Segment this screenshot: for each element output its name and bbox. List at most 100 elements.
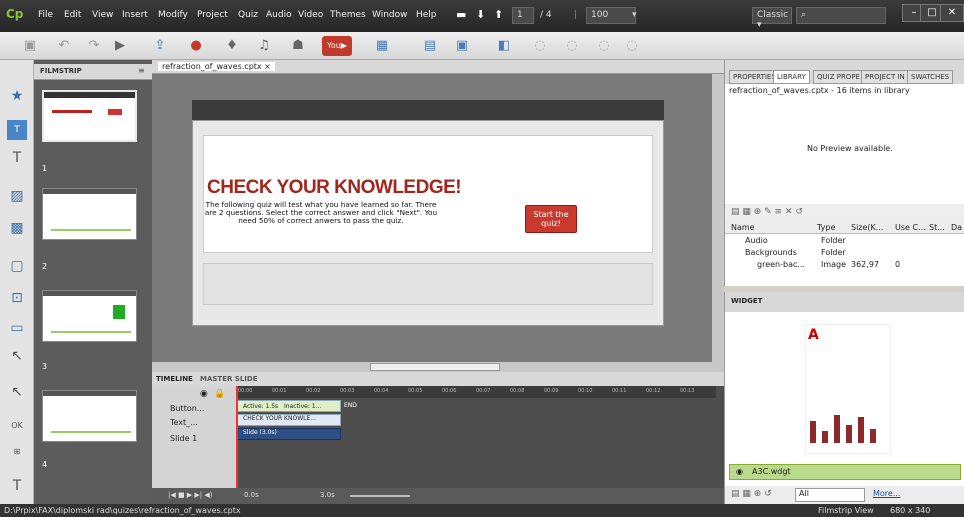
more-link[interactable]: More... bbox=[873, 489, 900, 498]
slide-thumbnail-4[interactable] bbox=[42, 390, 137, 442]
menu-help[interactable]: Help bbox=[416, 10, 437, 20]
item-size: 362,97 bbox=[851, 260, 879, 269]
timeline-row-label[interactable]: Text_... bbox=[170, 418, 198, 427]
tab-library[interactable]: LIBRARY bbox=[773, 70, 810, 84]
library-row[interactable]: Audio Folder bbox=[725, 236, 964, 248]
widget-tools-icon[interactable]: ▤ ▦ ⊕ ↺ bbox=[731, 489, 772, 499]
character-icon[interactable]: ☗ bbox=[288, 36, 308, 56]
menu-audio[interactable]: Audio bbox=[266, 10, 292, 20]
preview-icon[interactable]: ▶ bbox=[110, 36, 130, 56]
highlight-box-icon[interactable]: ▢ bbox=[7, 256, 27, 276]
library-row[interactable]: Backgrounds Folder bbox=[725, 248, 964, 260]
library-row[interactable]: green-bac... Image 362,97 0 bbox=[725, 260, 964, 272]
chevron-down-icon[interactable]: ▾ bbox=[632, 10, 637, 20]
scroll-thumb[interactable] bbox=[370, 363, 500, 371]
publish-icon[interactable]: ⇪ bbox=[150, 36, 170, 56]
menu-video[interactable]: Video bbox=[298, 10, 323, 20]
quiz-icon[interactable]: ♦ bbox=[222, 36, 242, 56]
save-icon[interactable]: ▣ bbox=[20, 36, 40, 56]
menu-insert[interactable]: Insert bbox=[122, 10, 148, 20]
zoom-dropdown[interactable]: 100 bbox=[586, 7, 636, 24]
widget-filter-dropdown[interactable]: All bbox=[795, 488, 865, 502]
tab-project-info[interactable]: PROJECT IN bbox=[861, 70, 909, 84]
slide-thumbnail-2[interactable] bbox=[42, 188, 137, 240]
menu-view[interactable]: View bbox=[92, 10, 113, 20]
widget-tab[interactable]: WIDGET bbox=[731, 297, 762, 305]
col-type[interactable]: Type bbox=[817, 223, 835, 232]
document-tab[interactable]: refraction_of_waves.cptx × bbox=[158, 62, 275, 71]
library-tools-icon[interactable]: ▤ ▦ ⊕ ✎ ≡ ✕ ↺ bbox=[731, 207, 803, 217]
slide-body-text[interactable]: The following quiz will test what you ha… bbox=[203, 201, 439, 225]
effects-icon[interactable]: ◌ bbox=[530, 36, 550, 56]
tab-quiz-properties[interactable]: QUIZ PROPE bbox=[813, 70, 864, 84]
workspace-dropdown[interactable]: Classic ▾ bbox=[752, 7, 792, 30]
text-track-bar[interactable]: CHECK YOUR KNOWLE... bbox=[236, 414, 341, 426]
zoom-slider[interactable] bbox=[350, 495, 410, 497]
undo-icon[interactable]: ↶ bbox=[54, 36, 74, 56]
widget-icon[interactable]: ◌ bbox=[562, 36, 582, 56]
slide-icon[interactable]: ▬ bbox=[456, 8, 466, 21]
slide-thumbnail-1[interactable] bbox=[42, 90, 137, 142]
widget-list-item[interactable]: ◉ A3C.wdgt bbox=[729, 464, 961, 480]
interaction-icon[interactable]: ◌ bbox=[622, 36, 642, 56]
slide-canvas[interactable]: CHECK YOUR KNOWLEDGE! The following quiz… bbox=[192, 120, 664, 326]
menu-quiz[interactable]: Quiz bbox=[238, 10, 258, 20]
menu-window[interactable]: Window bbox=[372, 10, 408, 20]
menu-themes[interactable]: Themes bbox=[330, 10, 366, 20]
timeline-tab[interactable]: TIMELINE bbox=[156, 375, 193, 383]
zoom-icon[interactable]: ⊞ bbox=[7, 442, 27, 462]
table-icon[interactable]: ▤ bbox=[420, 36, 440, 56]
search-input[interactable]: ⌕ bbox=[796, 7, 886, 24]
menu-file[interactable]: File bbox=[38, 10, 53, 20]
star-icon[interactable]: ★ bbox=[7, 86, 27, 106]
zoom-area-icon[interactable]: ▣ bbox=[452, 36, 472, 56]
timeline-row-label[interactable]: Button... bbox=[170, 404, 204, 413]
close-button[interactable]: ✕ bbox=[940, 4, 964, 22]
master-slide-tab[interactable]: MASTER SLIDE bbox=[200, 375, 258, 383]
playback-controls-icon[interactable]: |◀ ■ ▶ ▶| ◀) bbox=[168, 491, 213, 499]
image-icon[interactable]: ▨ bbox=[7, 186, 27, 206]
timeline-ruler[interactable]: 00:00 00:01 00:02 00:03 00:04 00:05 00:06 00:07… bbox=[236, 386, 716, 398]
redo-icon[interactable]: ↷ bbox=[84, 36, 104, 56]
col-use-count[interactable]: Use C... bbox=[895, 223, 926, 232]
animation-icon[interactable]: ◌ bbox=[594, 36, 614, 56]
slide-image-icon[interactable]: ▩ bbox=[7, 218, 27, 238]
panel-menu-icon[interactable]: ≡ bbox=[138, 66, 145, 75]
menu-project[interactable]: Project bbox=[197, 10, 228, 20]
stage-vertical-scrollbar[interactable] bbox=[712, 74, 724, 362]
button-icon[interactable]: OK bbox=[7, 416, 27, 436]
text-caption-icon[interactable]: T bbox=[7, 120, 27, 140]
text-animation-icon[interactable]: T bbox=[7, 148, 27, 168]
filmstrip-tab[interactable]: FILMSTRIP bbox=[40, 67, 82, 75]
col-status[interactable]: St... bbox=[929, 223, 945, 232]
menu-modify[interactable]: Modify bbox=[158, 10, 188, 20]
timeline-row-label[interactable]: Slide 1 bbox=[170, 434, 197, 443]
col-size[interactable]: Size(K... bbox=[851, 223, 883, 232]
start-quiz-button[interactable]: Start the quiz! bbox=[525, 205, 577, 233]
button-track-bar[interactable]: Active: 1.5s Inactive: 1... bbox=[236, 400, 341, 412]
youtube-icon[interactable]: You▶ bbox=[322, 36, 352, 56]
mouse-icon[interactable]: ↖ bbox=[7, 346, 27, 366]
arrow-up-icon[interactable]: ⬆ bbox=[494, 8, 503, 21]
slide-thumbnail-3[interactable] bbox=[42, 290, 137, 342]
pan-icon[interactable]: ◧ bbox=[494, 36, 514, 56]
text-icon[interactable]: T bbox=[7, 476, 27, 496]
click-box-icon[interactable]: ⊡ bbox=[7, 288, 27, 308]
library-icon[interactable]: ▦ bbox=[372, 36, 392, 56]
menu-edit[interactable]: Edit bbox=[64, 10, 81, 20]
tab-swatches[interactable]: SWATCHES bbox=[907, 70, 954, 84]
slide-track-bar[interactable]: Slide (3.0s) bbox=[236, 428, 341, 440]
record-icon[interactable]: ● bbox=[186, 36, 206, 56]
slide-title[interactable]: CHECK YOUR KNOWLEDGE! bbox=[207, 177, 462, 199]
audio-icon[interactable]: ♫ bbox=[254, 36, 274, 56]
eye-icon[interactable]: ◉ bbox=[200, 389, 208, 399]
arrow-down-icon[interactable]: ⬇ bbox=[476, 8, 485, 21]
text-entry-icon[interactable]: ▭ bbox=[7, 318, 27, 338]
stage-horizontal-scrollbar[interactable] bbox=[152, 362, 724, 372]
page-input[interactable]: 1 bbox=[512, 7, 534, 24]
col-date[interactable]: Da bbox=[951, 223, 962, 232]
playhead[interactable] bbox=[236, 386, 238, 490]
col-name[interactable]: Name bbox=[731, 223, 755, 232]
rollover-icon[interactable]: ↖ bbox=[7, 382, 27, 402]
lock-icon[interactable]: 🔒 bbox=[214, 389, 225, 399]
